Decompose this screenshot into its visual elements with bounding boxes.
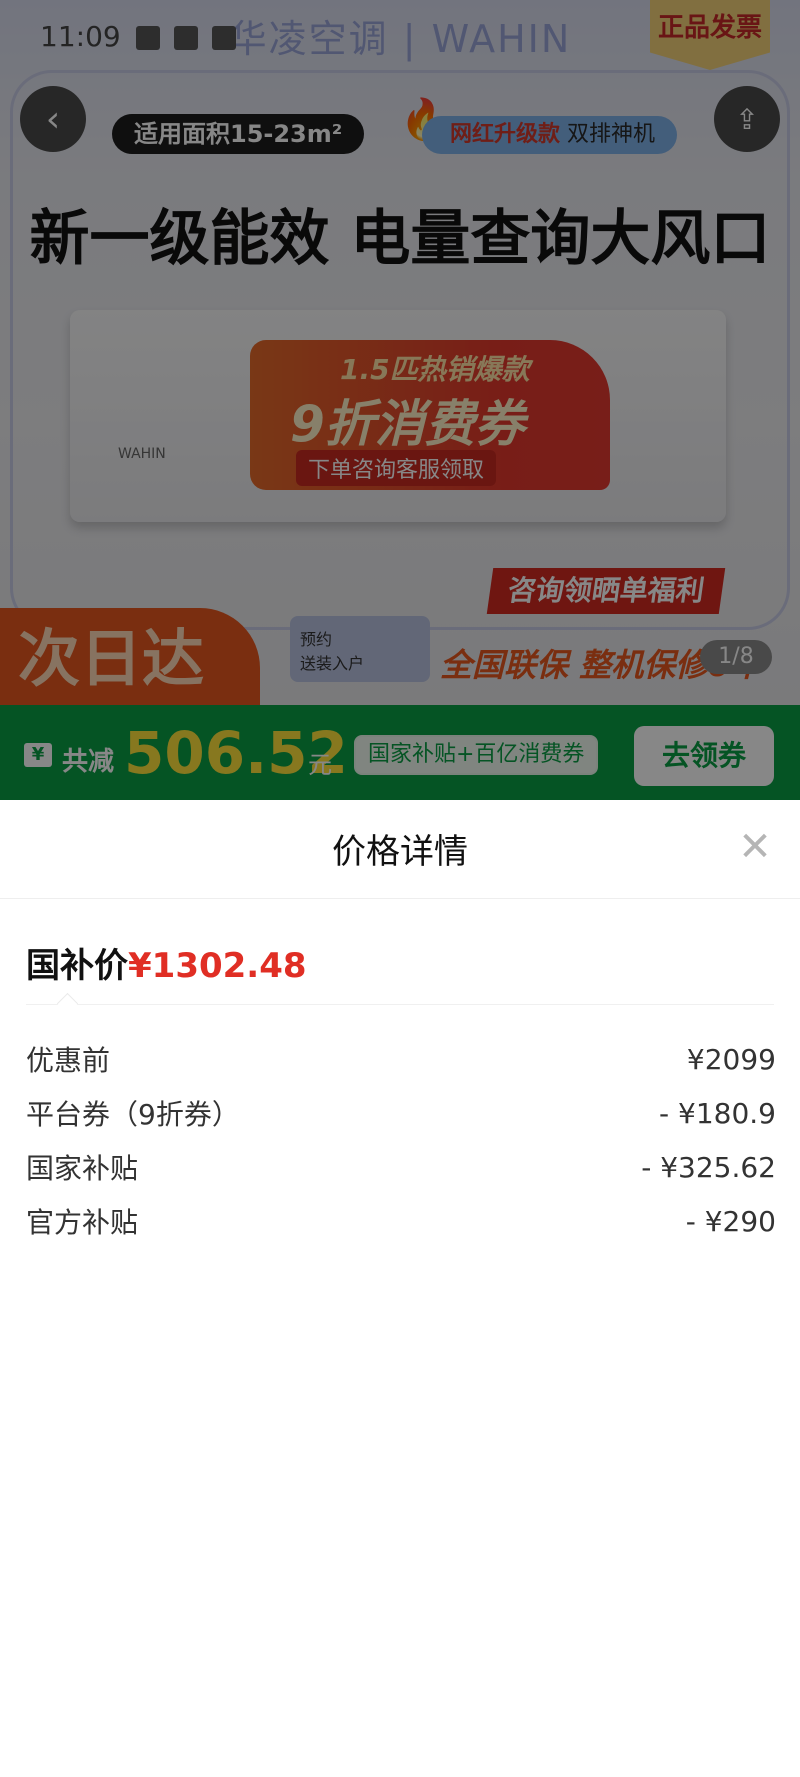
divider (26, 1004, 774, 1005)
item-value: ¥2099 (686, 1042, 776, 1076)
list-item: 官方补贴 - ¥290 (26, 1194, 776, 1248)
item-label: 官方补贴 (26, 1206, 139, 1239)
sheet-header: 价格详情 ✕ (0, 800, 800, 899)
price-breakdown-list: 优惠前 ¥2099 平台券（9折券） - ¥180.9 国家补贴 - ¥325.… (26, 1032, 776, 1248)
list-item: 国家补贴 - ¥325.62 (26, 1140, 776, 1194)
modal-backdrop[interactable] (0, 0, 800, 800)
subsidy-price-value: ¥1302.48 (128, 946, 307, 986)
item-label: 优惠前 (26, 1044, 111, 1077)
item-label: 国家补贴 (26, 1152, 139, 1185)
close-button[interactable]: ✕ (736, 827, 774, 867)
close-icon: ✕ (738, 824, 772, 870)
subsidy-price-label: 国补价 (26, 946, 128, 986)
item-value: - ¥180.9 (659, 1096, 776, 1130)
list-item: 优惠前 ¥2099 (26, 1032, 776, 1086)
item-value: - ¥325.62 (641, 1150, 776, 1184)
price-detail-sheet: 价格详情 ✕ 国补价¥1302.48 优惠前 ¥2099 平台券（9折券） - … (0, 800, 800, 1777)
item-value: - ¥290 (685, 1204, 776, 1238)
item-label: 平台券（9折券） (26, 1098, 240, 1131)
subsidy-price: 国补价¥1302.48 (26, 938, 307, 987)
sheet-title: 价格详情 (332, 832, 468, 872)
divider-notch (56, 992, 79, 1015)
list-item: 平台券（9折券） - ¥180.9 (26, 1086, 776, 1140)
